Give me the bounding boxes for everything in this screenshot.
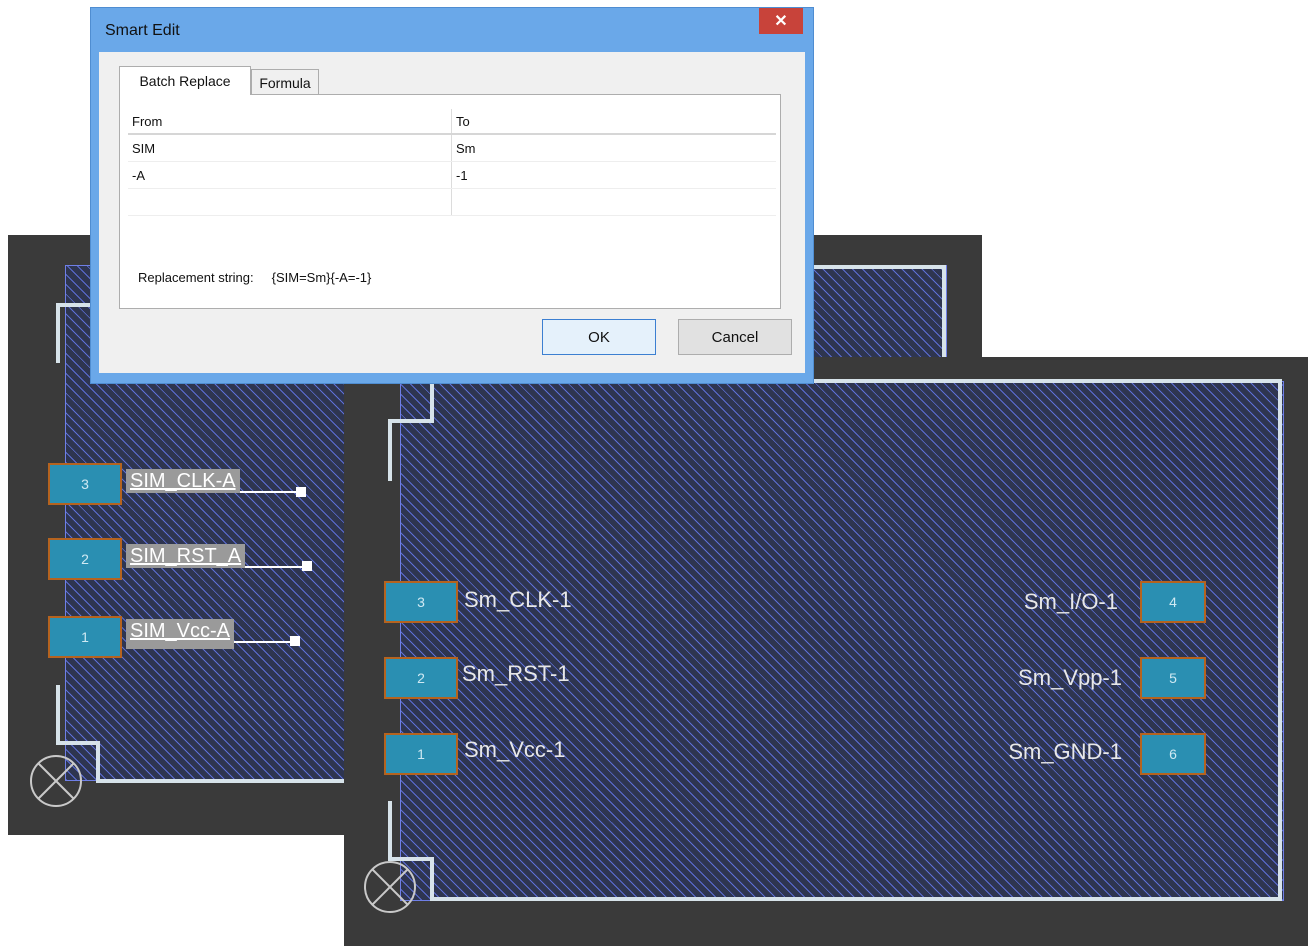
from-cell[interactable]: SIM: [128, 135, 452, 161]
component-outline: [430, 897, 1282, 901]
pin-3[interactable]: 3: [384, 581, 458, 623]
tab-batch-replace[interactable]: Batch Replace: [119, 66, 251, 95]
dialog-title: Smart Edit: [105, 22, 180, 39]
pin-label[interactable]: Sm_GND-1: [1008, 741, 1122, 763]
component-outline: [96, 779, 356, 783]
pin-label[interactable]: Sm_Vpp-1: [1018, 667, 1122, 689]
grid-row: SIM Sm: [128, 135, 776, 162]
pcb-view-after: 3 Sm_CLK-1 2 Sm_RST-1 1 Sm_Vcc-1 4 Sm_I/…: [344, 357, 1308, 946]
pin-label[interactable]: SIM_Vcc-A: [126, 619, 235, 649]
pin-endpoint[interactable]: [302, 561, 312, 571]
close-button[interactable]: ✕: [759, 8, 803, 34]
component-outline: [96, 741, 100, 783]
component-body-after: [400, 381, 1284, 901]
pin-3[interactable]: 3: [48, 463, 122, 505]
pin-endpoint[interactable]: [296, 487, 306, 497]
pin-label[interactable]: Sm_RST-1: [462, 663, 570, 685]
pin-5[interactable]: 5: [1140, 657, 1206, 699]
component-outline: [388, 419, 434, 423]
pin-label[interactable]: Sm_Vcc-1: [464, 739, 565, 761]
replace-grid: From To SIM Sm -A -1: [128, 109, 776, 216]
close-icon: ✕: [774, 13, 788, 30]
column-header-to: To: [456, 113, 470, 129]
component-outline: [56, 303, 60, 363]
replacement-label: Replacement string:: [138, 270, 254, 285]
component-outline: [1278, 379, 1282, 901]
component-outline: [430, 379, 434, 423]
component-outline: [942, 265, 946, 365]
circle-x-icon: [364, 861, 416, 913]
pin-label[interactable]: Sm_CLK-1: [464, 589, 572, 611]
dialog-body: Batch Replace Formula From To SIM Sm -A …: [99, 52, 805, 373]
grid-row: [128, 189, 776, 216]
pin-1[interactable]: 1: [48, 616, 122, 658]
pin-endpoint[interactable]: [290, 636, 300, 646]
pin-label[interactable]: Sm_I/O-1: [1024, 591, 1118, 613]
from-cell[interactable]: -A: [128, 162, 452, 188]
to-cell[interactable]: -1: [452, 162, 776, 188]
column-header-from: From: [128, 109, 452, 133]
pin-label[interactable]: SIM_CLK-A: [126, 469, 240, 493]
batch-replace-page: From To SIM Sm -A -1 Replacement string:…: [119, 94, 781, 309]
replacement-value: {SIM=Sm}{-A=-1}: [271, 270, 372, 285]
ok-button[interactable]: OK: [542, 319, 656, 355]
component-outline: [388, 419, 392, 481]
grid-row: -A -1: [128, 162, 776, 189]
from-cell[interactable]: [128, 189, 452, 215]
to-cell[interactable]: [452, 189, 776, 215]
pin-6[interactable]: 6: [1140, 733, 1206, 775]
smart-edit-dialog: Smart Edit ✕ Batch Replace Formula From …: [90, 7, 814, 384]
cancel-button[interactable]: Cancel: [678, 319, 792, 355]
pin-2[interactable]: 2: [384, 657, 458, 699]
pin-4[interactable]: 4: [1140, 581, 1206, 623]
circle-x-icon: [30, 755, 82, 807]
component-outline: [430, 857, 434, 901]
pin-1[interactable]: 1: [384, 733, 458, 775]
to-cell[interactable]: Sm: [452, 135, 776, 161]
tab-formula[interactable]: Formula: [251, 69, 319, 95]
pin-label[interactable]: SIM_RST_A: [126, 544, 246, 568]
component-outline: [56, 685, 60, 745]
pin-2[interactable]: 2: [48, 538, 122, 580]
grid-header: From To: [128, 109, 776, 135]
replacement-string: Replacement string: {SIM=Sm}{-A=-1}: [138, 270, 371, 285]
